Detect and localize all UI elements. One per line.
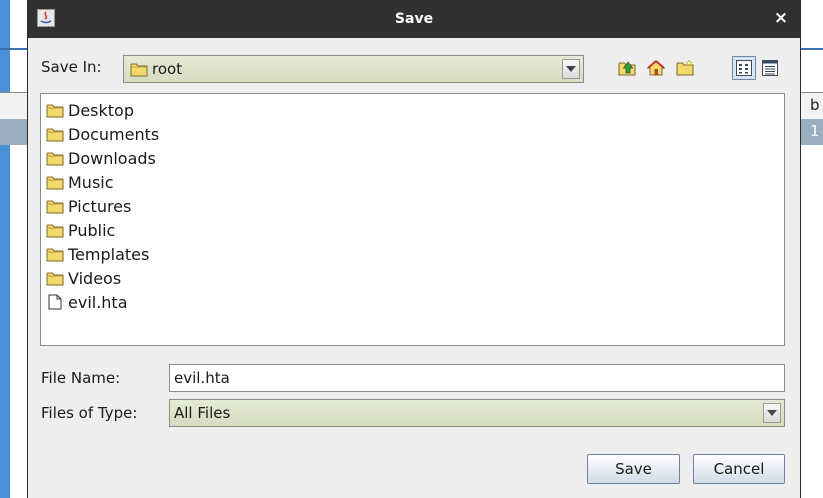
files-of-type-combo[interactable]: All Files	[169, 399, 785, 427]
folder-icon	[46, 246, 64, 262]
file-name-text: Music	[68, 172, 114, 192]
background-table-header: b	[800, 92, 823, 120]
details-view-icon[interactable]	[758, 56, 782, 80]
list-item[interactable]: Downloads	[46, 146, 156, 170]
save-dialog: Save × Save In: root Desktop Documents D…	[28, 0, 800, 498]
folder-icon	[130, 62, 148, 77]
background-table-header-left	[0, 92, 29, 120]
background-table-selected-row-left	[0, 119, 28, 145]
folder-icon	[46, 222, 64, 238]
list-item[interactable]: Templates	[46, 242, 149, 266]
folder-icon	[46, 126, 64, 142]
chevron-down-icon[interactable]	[562, 59, 580, 79]
save-in-text: root	[152, 60, 183, 78]
folder-icon	[46, 270, 64, 286]
list-item[interactable]: Desktop	[46, 98, 134, 122]
file-name-text: Pictures	[68, 196, 132, 216]
up-one-level-icon[interactable]	[616, 57, 638, 79]
files-of-type-value: All Files	[174, 404, 231, 422]
folder-icon	[46, 102, 64, 118]
file-name-text: Documents	[68, 124, 160, 144]
file-name-text: evil.hta	[68, 292, 128, 312]
file-name-text: Public	[68, 220, 116, 240]
background-window-border	[0, 0, 10, 498]
file-name-field[interactable]: evil.hta	[169, 364, 785, 392]
background-column-header: b	[810, 96, 820, 114]
list-item[interactable]: Public	[46, 218, 115, 242]
folder-icon	[46, 198, 64, 214]
list-item[interactable]: evil.hta	[46, 290, 128, 314]
chevron-down-icon[interactable]	[763, 403, 781, 423]
list-item[interactable]: Pictures	[46, 194, 131, 218]
cancel-button[interactable]: Cancel	[693, 454, 785, 484]
home-icon[interactable]	[645, 57, 667, 79]
save-in-label: Save In:	[41, 58, 102, 76]
background-selected-cell: 1	[810, 122, 820, 140]
new-folder-icon[interactable]	[674, 57, 696, 79]
file-icon	[46, 294, 64, 310]
file-name-text: Desktop	[68, 100, 134, 120]
dialog-titlebar[interactable]: Save ×	[28, 0, 800, 38]
close-icon[interactable]: ×	[770, 7, 792, 29]
background-table-selected-row[interactable]: 1	[800, 119, 823, 145]
file-name-label: File Name:	[41, 369, 121, 387]
file-name-text: Downloads	[68, 148, 156, 168]
folder-icon	[46, 174, 64, 190]
save-in-value: root	[130, 56, 182, 82]
list-view-icon[interactable]	[732, 56, 756, 80]
folder-icon	[46, 150, 64, 166]
save-in-combo[interactable]: root	[123, 55, 584, 83]
dialog-title: Save	[394, 11, 434, 27]
list-item[interactable]: Videos	[46, 266, 121, 290]
files-of-type-label: Files of Type:	[41, 404, 138, 422]
file-name-text: Templates	[68, 244, 150, 264]
file-name-text: Videos	[68, 268, 122, 288]
file-list[interactable]: Desktop Documents Downloads Music Pictur…	[40, 93, 785, 346]
list-item[interactable]: Documents	[46, 122, 159, 146]
list-item[interactable]: Music	[46, 170, 114, 194]
save-button[interactable]: Save	[587, 454, 680, 484]
